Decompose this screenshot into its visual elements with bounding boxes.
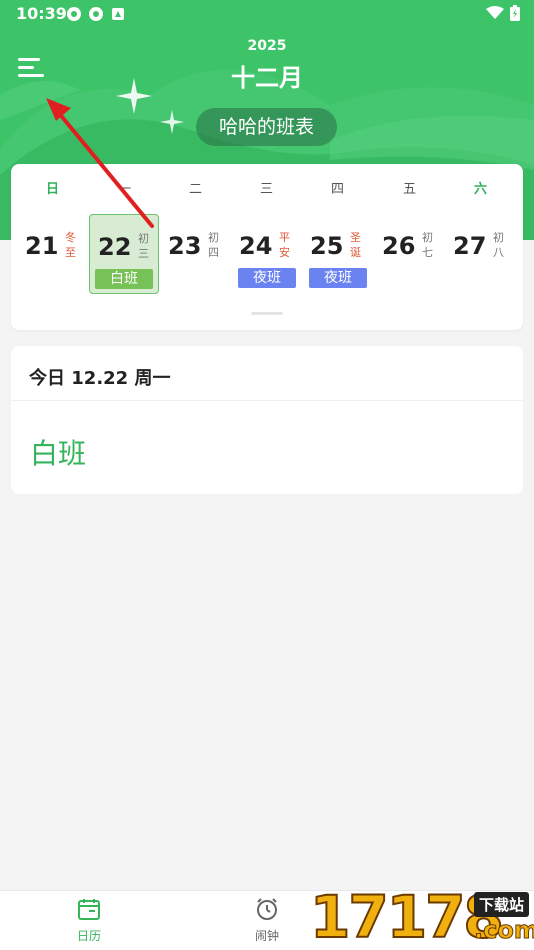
watermark-site-label: 下载站 bbox=[474, 892, 530, 917]
status-bar: 10:39 bbox=[0, 0, 534, 28]
day-cell[interactable]: 25 圣诞 夜班 bbox=[302, 214, 372, 294]
day-number: 23 bbox=[168, 232, 202, 260]
today-shift-label: 白班 bbox=[30, 437, 87, 470]
weekday-label: 一 bbox=[117, 182, 131, 197]
day-lunar-label: 初七 bbox=[422, 231, 433, 259]
day-cell[interactable]: 27 初八 bbox=[445, 214, 515, 294]
weekday-label: 五 bbox=[402, 182, 416, 197]
day-number: 21 bbox=[25, 232, 59, 260]
app-notification-icon bbox=[89, 7, 103, 21]
app-notification-icon bbox=[67, 7, 81, 21]
day-cell[interactable]: 21 冬至 bbox=[17, 214, 87, 294]
day-lunar-label: 初三 bbox=[138, 232, 149, 260]
nav-calendar-label: 日历 bbox=[76, 929, 101, 943]
day-number: 27 bbox=[453, 232, 487, 260]
expand-drag-handle[interactable] bbox=[251, 312, 283, 315]
day-lunar-label: 平安 bbox=[279, 231, 290, 259]
day-cell-selected[interactable]: 22 初三 白班 bbox=[89, 214, 159, 294]
app-notification-icon bbox=[112, 8, 124, 20]
weekday-label: 二 bbox=[188, 182, 202, 197]
site-watermark: 17178 下载站 .com bbox=[308, 885, 534, 950]
weekday-label: 三 bbox=[259, 182, 273, 197]
calendar-icon bbox=[78, 899, 100, 920]
day-number: 24 bbox=[239, 232, 273, 260]
day-number: 26 bbox=[382, 232, 416, 260]
wifi-icon bbox=[486, 6, 504, 19]
shift-badge-day: 白班 bbox=[95, 269, 153, 289]
day-lunar-label: 冬至 bbox=[65, 231, 76, 259]
divider bbox=[11, 400, 523, 401]
day-cell[interactable]: 24 平安 夜班 bbox=[231, 214, 301, 294]
today-date-title: 今日 12.22 周一 bbox=[29, 368, 171, 389]
shift-table-name-button[interactable]: 哈哈的班表 bbox=[196, 108, 337, 146]
day-cell[interactable]: 26 初七 bbox=[374, 214, 444, 294]
shift-badge-night: 夜班 bbox=[238, 268, 296, 288]
weekday-header: 日 一 二 三 四 五 六 bbox=[11, 178, 523, 198]
day-cell[interactable]: 23 初四 bbox=[160, 214, 230, 294]
week-days-row: 21 冬至 22 初三 白班 23 初四 24 平安 夜班 25 圣诞 夜班 2… bbox=[11, 214, 523, 294]
nav-alarm-label: 闹钟 bbox=[254, 929, 279, 943]
nav-calendar[interactable]: 日历 bbox=[49, 897, 129, 944]
status-notification-icons bbox=[66, 6, 126, 22]
status-system-icons bbox=[486, 5, 520, 21]
battery-icon bbox=[510, 5, 520, 21]
year-label: 2025 bbox=[247, 38, 287, 54]
alarm-clock-icon bbox=[257, 898, 277, 920]
day-lunar-label: 圣诞 bbox=[350, 231, 361, 259]
weekday-label: 四 bbox=[330, 182, 344, 197]
shift-badge-night: 夜班 bbox=[309, 268, 367, 288]
nav-alarm[interactable]: 闹钟 bbox=[227, 897, 307, 944]
status-time: 10:39 bbox=[16, 4, 67, 23]
week-calendar-card: 日 一 二 三 四 五 六 21 冬至 22 初三 白班 23 初四 24 平安… bbox=[11, 164, 523, 330]
day-lunar-label: 初八 bbox=[493, 231, 504, 259]
watermark-domain: .com bbox=[474, 916, 534, 945]
weekday-label: 日 bbox=[45, 182, 59, 197]
today-card: 今日 12.22 周一 白班 bbox=[11, 346, 523, 494]
month-title: 十二月 bbox=[231, 64, 303, 92]
day-number: 22 bbox=[98, 233, 132, 261]
day-number: 25 bbox=[310, 232, 344, 260]
day-lunar-label: 初四 bbox=[208, 231, 219, 259]
weekday-label: 六 bbox=[473, 182, 487, 197]
